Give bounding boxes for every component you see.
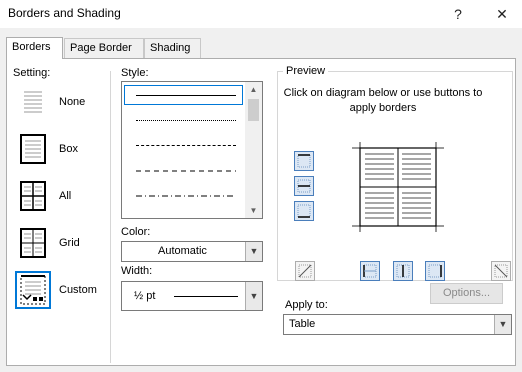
apply-to-label: Apply to: bbox=[285, 299, 328, 311]
setting-label: Setting: bbox=[13, 67, 51, 79]
apply-to-value: Table bbox=[289, 318, 316, 330]
scroll-down-icon[interactable]: ▼ bbox=[245, 203, 262, 218]
close-button[interactable]: ✕ bbox=[490, 4, 514, 24]
setting-none-icon bbox=[15, 83, 51, 121]
style-option-dashed-small[interactable] bbox=[136, 145, 236, 146]
preview-diagram[interactable] bbox=[350, 142, 446, 232]
style-option-solid[interactable] bbox=[136, 95, 236, 96]
tab-shading-label: Shading bbox=[150, 42, 191, 54]
chevron-down-icon: ▼ bbox=[494, 315, 511, 334]
left-border-button[interactable] bbox=[360, 261, 380, 281]
setting-grid[interactable]: Grid bbox=[15, 224, 105, 262]
right-border-button[interactable] bbox=[425, 261, 445, 281]
setting-all[interactable]: All bbox=[15, 177, 105, 215]
title-bar: Borders and Shading ? ✕ bbox=[0, 0, 522, 28]
width-label: Width: bbox=[121, 265, 153, 277]
width-dropdown[interactable]: ½ pt ▼ bbox=[121, 281, 263, 311]
style-option-dashed-large[interactable] bbox=[136, 170, 236, 172]
scroll-up-icon[interactable]: ▲ bbox=[245, 82, 262, 97]
color-dropdown[interactable]: Automatic ▼ bbox=[121, 241, 263, 262]
chevron-down-icon: ▼ bbox=[245, 242, 262, 261]
tab-page-border-label: Page Border bbox=[70, 42, 132, 54]
top-border-button[interactable] bbox=[294, 151, 314, 171]
style-label: Style: bbox=[121, 67, 149, 79]
tab-borders[interactable]: Borders bbox=[6, 37, 63, 59]
inside-vertical-border-button[interactable] bbox=[393, 261, 413, 281]
borders-panel: Setting: None Box All Grid Custom Style:… bbox=[6, 58, 516, 366]
diagonal-down-border-button[interactable] bbox=[491, 261, 511, 281]
style-scrollbar[interactable]: ▲ ▼ bbox=[245, 82, 262, 218]
preview-label: Preview bbox=[283, 65, 329, 77]
setting-custom[interactable]: Custom bbox=[15, 271, 105, 309]
inside-horizontal-border-button[interactable] bbox=[294, 176, 314, 196]
style-option-dotted[interactable] bbox=[136, 120, 236, 121]
setting-box-icon bbox=[15, 130, 51, 168]
style-option-dash-dot[interactable] bbox=[136, 195, 236, 197]
setting-none[interactable]: None bbox=[15, 83, 105, 121]
setting-box[interactable]: Box bbox=[15, 130, 105, 168]
setting-custom-icon bbox=[15, 271, 51, 309]
setting-custom-label: Custom bbox=[59, 284, 97, 296]
color-label: Color: bbox=[121, 226, 151, 238]
diagonal-up-border-button[interactable] bbox=[295, 261, 315, 281]
width-value: ½ pt bbox=[134, 290, 156, 302]
tab-page-border[interactable]: Page Border bbox=[64, 38, 144, 58]
width-sample-line bbox=[174, 296, 238, 297]
tab-borders-label: Borders bbox=[12, 41, 51, 53]
help-button[interactable]: ? bbox=[446, 4, 470, 24]
setting-grid-icon bbox=[15, 224, 51, 262]
tab-shading[interactable]: Shading bbox=[144, 38, 201, 58]
setting-all-icon bbox=[15, 177, 51, 215]
preview-instruction: Click on diagram below or use buttons to… bbox=[283, 87, 483, 114]
setting-box-label: Box bbox=[59, 143, 78, 155]
options-button[interactable]: Options... bbox=[430, 283, 503, 304]
setting-all-label: All bbox=[59, 190, 72, 202]
setting-none-label: None bbox=[59, 96, 86, 108]
chevron-down-icon: ▼ bbox=[245, 282, 262, 310]
scroll-thumb[interactable] bbox=[248, 99, 259, 121]
apply-to-dropdown[interactable]: Table ▼ bbox=[283, 314, 512, 335]
setting-grid-label: Grid bbox=[59, 237, 80, 249]
divider bbox=[110, 71, 111, 363]
style-list[interactable]: ▲ ▼ bbox=[121, 81, 263, 219]
window-title: Borders and Shading bbox=[8, 6, 121, 20]
bottom-border-button[interactable] bbox=[294, 201, 314, 221]
color-value: Automatic bbox=[158, 245, 207, 257]
